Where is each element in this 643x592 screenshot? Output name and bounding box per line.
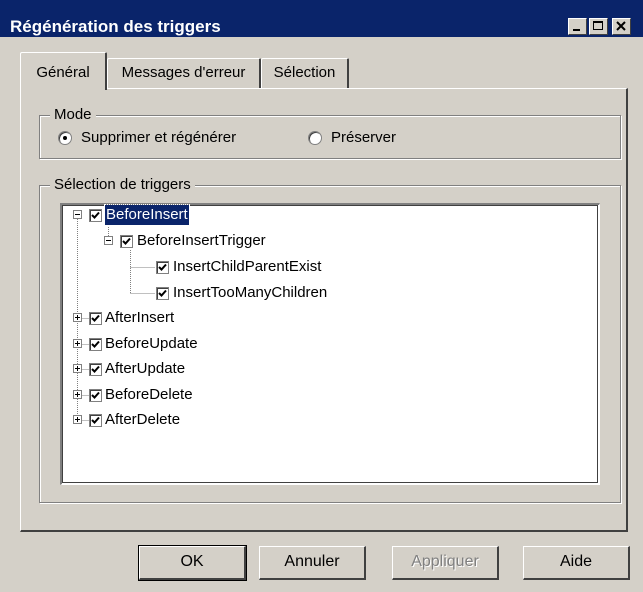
- title-bar[interactable]: Régénération des triggers: [0, 0, 643, 37]
- checkmark-icon: [158, 263, 167, 271]
- help-button[interactable]: Aide: [523, 546, 630, 580]
- window-title: Régénération des triggers: [10, 17, 221, 36]
- tab-general[interactable]: Général: [20, 52, 107, 90]
- checkbox-afterinsert[interactable]: [89, 312, 102, 325]
- expand-icon[interactable]: [73, 313, 82, 322]
- checkbox-beforeinsert[interactable]: [89, 209, 102, 222]
- checkbox-afterupdate[interactable]: [89, 363, 102, 376]
- cancel-button[interactable]: Annuler: [259, 546, 366, 580]
- collapse-icon[interactable]: [73, 210, 82, 219]
- minimize-button[interactable]: [568, 18, 587, 35]
- tree-node-beforeinsert[interactable]: BeforeInsert: [62, 204, 262, 226]
- checkbox-beforedelete[interactable]: [89, 389, 102, 402]
- maximize-icon: [593, 21, 603, 30]
- tree-node-inserttoomanychildren[interactable]: InsertTooManyChildren: [62, 283, 382, 303]
- checkmark-icon: [91, 391, 100, 399]
- expand-icon[interactable]: [73, 415, 82, 424]
- tree-node-afterupdate[interactable]: AfterUpdate: [62, 359, 262, 379]
- tree-node-label: BeforeDelete: [105, 386, 193, 403]
- tree-node-afterinsert[interactable]: AfterInsert: [62, 308, 262, 328]
- mode-group: Mode Supprimer et régénérer Préserver: [39, 106, 621, 159]
- radio-preserver[interactable]: Préserver: [308, 128, 438, 148]
- tab-selection[interactable]: Sélection: [261, 58, 349, 88]
- checkbox-afterdelete[interactable]: [89, 414, 102, 427]
- tree-node-insertchildparentexist[interactable]: InsertChildParentExist: [62, 257, 382, 277]
- minimize-icon: [573, 29, 580, 31]
- checkmark-icon: [91, 211, 100, 219]
- tree-node-afterdelete[interactable]: AfterDelete: [62, 410, 262, 430]
- close-button[interactable]: [612, 18, 631, 35]
- tree-node-label: AfterInsert: [105, 309, 175, 326]
- radio-supprimer-regenerer[interactable]: Supprimer et régénérer: [58, 128, 278, 148]
- trigger-selection-legend: Sélection de triggers: [50, 176, 195, 194]
- expand-icon[interactable]: [73, 364, 82, 373]
- tree-node-label: AfterUpdate: [105, 360, 186, 377]
- tab-panel-general: Mode Supprimer et régénérer Préserver Sé…: [20, 88, 628, 532]
- expand-icon[interactable]: [73, 339, 82, 348]
- tree-node-beforedelete[interactable]: BeforeDelete: [62, 385, 262, 405]
- checkmark-icon: [122, 237, 131, 245]
- tree-node-beforeinserttrigger[interactable]: BeforeInsertTrigger: [62, 231, 362, 251]
- radio-dot-icon[interactable]: [58, 131, 72, 145]
- mode-group-legend: Mode: [50, 106, 96, 124]
- apply-button[interactable]: Appliquer: [392, 546, 499, 580]
- checkmark-icon: [158, 289, 167, 297]
- tab-error-messages[interactable]: Messages d'erreur: [107, 58, 261, 88]
- checkbox-beforeinserttrigger[interactable]: [120, 235, 133, 248]
- tree-node-beforeupdate[interactable]: BeforeUpdate: [62, 334, 262, 354]
- maximize-button[interactable]: [589, 18, 608, 35]
- radio-preserver-label: Préserver: [331, 129, 397, 146]
- radio-supprimer-label: Supprimer et régénérer: [81, 129, 237, 146]
- checkmark-icon: [91, 340, 100, 348]
- tree-node-label: BeforeUpdate: [105, 335, 198, 352]
- tree-node-label: BeforeInsertTrigger: [137, 232, 266, 249]
- tree-node-label: InsertChildParentExist: [173, 258, 322, 275]
- checkmark-icon: [91, 365, 100, 373]
- tree-node-label: AfterDelete: [105, 411, 181, 428]
- trigger-tree[interactable]: BeforeInsert BeforeInsertTrigger InsertC…: [60, 203, 600, 485]
- radio-dot-icon[interactable]: [308, 131, 322, 145]
- collapse-icon[interactable]: [104, 236, 113, 245]
- tree-node-label: InsertTooManyChildren: [173, 284, 328, 301]
- checkmark-icon: [91, 416, 100, 424]
- trigger-selection-group: Sélection de triggers BeforeInsert Befor…: [39, 176, 621, 503]
- tree-node-label: BeforeInsert: [104, 204, 190, 226]
- checkbox-inserttoomanychildren[interactable]: [156, 287, 169, 300]
- close-icon: [616, 21, 626, 31]
- checkbox-beforeupdate[interactable]: [89, 338, 102, 351]
- ok-button[interactable]: OK: [138, 545, 247, 581]
- checkmark-icon: [91, 314, 100, 322]
- expand-icon[interactable]: [73, 390, 82, 399]
- checkbox-insertchildparentexist[interactable]: [156, 261, 169, 274]
